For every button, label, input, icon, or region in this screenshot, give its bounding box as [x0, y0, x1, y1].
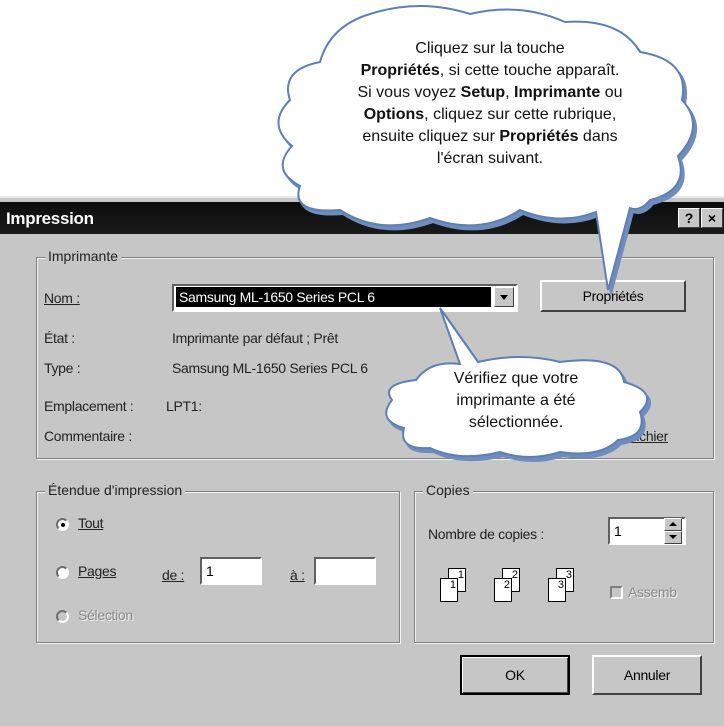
collate-label[interactable]: Assemb	[628, 584, 677, 600]
callout-top-line: Propriétés, si cette touche apparaît.	[360, 62, 620, 79]
printer-select-value: Samsung ML-1650 Series PCL 6	[176, 287, 491, 307]
callout-top-line: ensuite cliquez sur Propriétés dans	[362, 128, 618, 145]
location-label: Emplacement :	[44, 398, 134, 414]
to-input[interactable]	[314, 557, 376, 585]
radio-all[interactable]	[56, 518, 69, 531]
radio-all-label[interactable]: Tout	[78, 515, 104, 531]
from-input[interactable]: 1	[200, 557, 262, 585]
close-button[interactable]: ×	[701, 208, 723, 228]
callout-bottom-line: Vérifiez que votre	[453, 370, 579, 387]
name-label: Nom :	[44, 290, 80, 306]
collate-checkbox[interactable]	[610, 586, 623, 599]
type-value: Samsung ML-1650 Series PCL 6	[172, 360, 368, 376]
radio-pages-label[interactable]: Pages	[78, 563, 117, 579]
collate-page-icon: 1	[440, 578, 458, 602]
collate-page-icon: 3	[548, 578, 566, 602]
location-value: LPT1:	[166, 398, 202, 414]
dialog-titlebar[interactable]: Impression ? ×	[0, 202, 724, 234]
type-label: Type :	[44, 360, 81, 376]
callout-top-line: Si vous voyez Setup, Imprimante ou	[357, 84, 623, 101]
callout-top-line: Cliquez sur la touche	[415, 40, 565, 57]
copies-spinner[interactable]	[664, 518, 682, 544]
chevron-down-icon[interactable]	[494, 287, 514, 307]
callout-top-text: Cliquez sur la touche Propriétés, si cet…	[300, 38, 680, 170]
collate-page-icon: 2	[494, 578, 512, 602]
spin-down-icon[interactable]	[664, 531, 682, 544]
help-button[interactable]: ?	[678, 208, 700, 228]
callout-top-line: l'écran suivant.	[436, 150, 544, 167]
radio-selection[interactable]	[56, 610, 69, 623]
callout-bottom-text: Vérifiez que votre imprimante a été séle…	[404, 368, 628, 434]
state-value: Imprimante par défaut ; Prêt	[172, 330, 338, 346]
printer-group-legend: Imprimante	[45, 248, 122, 264]
printer-select[interactable]: Samsung ML-1650 Series PCL 6	[172, 284, 518, 312]
radio-pages[interactable]	[56, 566, 69, 579]
to-label: à :	[290, 567, 305, 583]
print-range-legend: Étendue d'impression	[45, 482, 186, 498]
spin-up-icon[interactable]	[664, 518, 682, 531]
ok-button[interactable]: OK	[460, 655, 570, 695]
dialog-title: Impression	[6, 209, 94, 228]
copies-count-label: Nombre de copies :	[428, 526, 544, 542]
properties-button[interactable]: Propriétés	[540, 280, 686, 312]
radio-selection-label[interactable]: Sélection	[78, 607, 133, 623]
cancel-button[interactable]: Annuler	[592, 655, 702, 695]
callout-bottom-line: sélectionnée.	[468, 414, 564, 431]
callout-top-line: Options, cliquez sur cette rubrique,	[363, 106, 617, 123]
copies-legend: Copies	[423, 482, 473, 498]
copies-group: Copies	[414, 482, 714, 643]
from-label: de :	[162, 567, 185, 583]
state-label: État :	[44, 330, 75, 346]
callout-bottom-line: imprimante a été	[456, 392, 576, 409]
comment-label: Commentaire :	[44, 428, 132, 444]
